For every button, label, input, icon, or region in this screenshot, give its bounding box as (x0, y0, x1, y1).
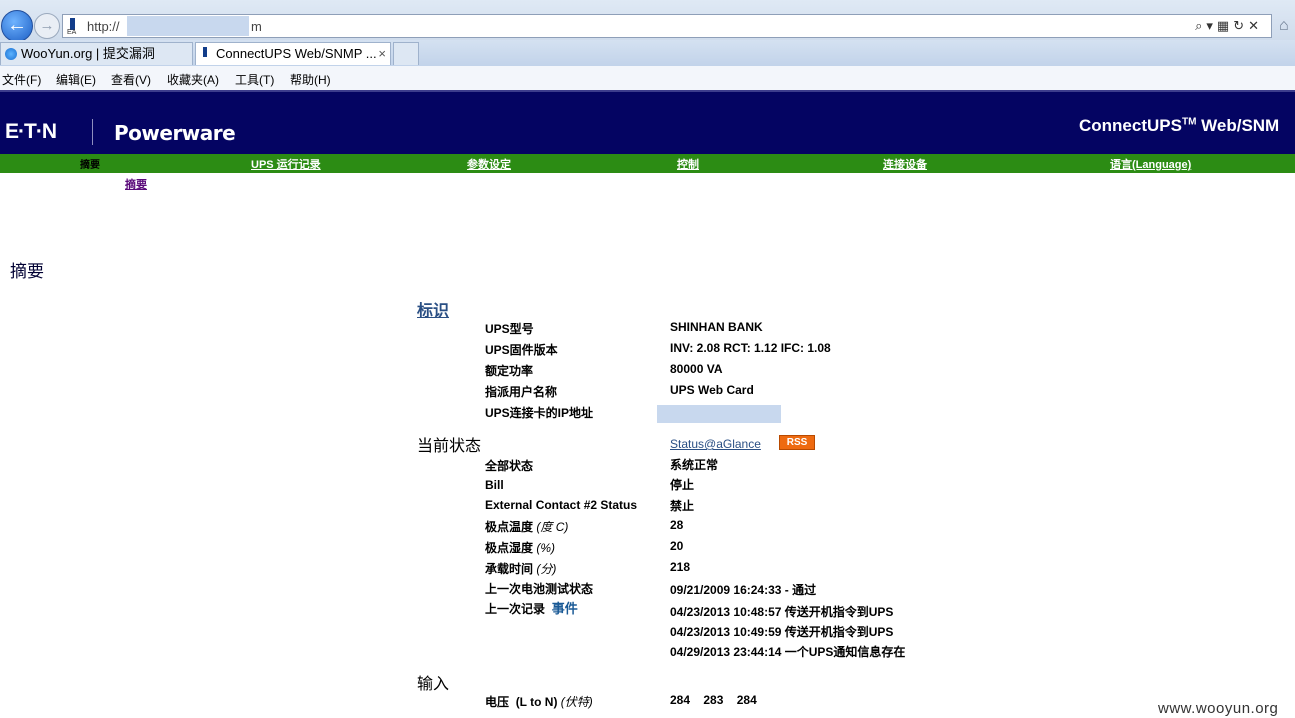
main-nav: 摘要 UPS 运行记录 参数设定 控制 连接设备 语言(Language) (0, 154, 1295, 173)
address-bar[interactable]: EA http:// m ⌕▾▦↻✕ (62, 14, 1272, 38)
status-label: 极点温度 (度 C) (485, 520, 569, 534)
identity-heading[interactable]: 标识 (417, 297, 449, 321)
refresh-icon[interactable]: ↻ (1233, 18, 1248, 33)
status-label: 极点湿度 (%) (485, 541, 556, 555)
url-redaction (127, 16, 249, 36)
site-favicon-icon: EA (67, 18, 81, 36)
status-value: 禁止 (670, 499, 695, 513)
status-value: 系统正常 (670, 458, 719, 472)
log-entry: 04/23/2013 10:49:59 传送开机指令到UPS (670, 625, 894, 639)
identity-label: 指派用户名称 (485, 385, 558, 399)
identity-value: INV: 2.08 RCT: 1.12 IFC: 1.08 (670, 341, 831, 355)
stop-icon[interactable]: ✕ (1248, 18, 1263, 33)
status-value: 20 (670, 539, 684, 553)
nav-settings[interactable]: 参数设定 (467, 156, 511, 172)
menu-favorites[interactable]: 收藏夹(A) (167, 71, 219, 88)
log-entry: 04/23/2013 10:48:57 传送开机指令到UPS (670, 605, 894, 619)
last-log-label: 上一次记录 事件 (485, 601, 578, 616)
menu-edit[interactable]: 编辑(E) (56, 71, 96, 88)
identity-value: UPS Web Card (670, 383, 754, 397)
new-tab-button[interactable] (393, 42, 419, 65)
powerware-logo: Powerware (114, 121, 236, 145)
eaton-favicon-icon (200, 47, 212, 61)
compat-view-icon[interactable]: ▦ (1217, 18, 1233, 33)
browser-tab-row: WooYun.org | 提交漏洞 ConnectUPS Web/SNMP ..… (0, 40, 1295, 67)
menu-tools[interactable]: 工具(T) (235, 71, 274, 88)
identity-label: UPS型号 (485, 322, 534, 336)
input-heading: 输入 (417, 676, 450, 693)
nav-devices[interactable]: 连接设备 (883, 156, 927, 172)
status-label: Bill (485, 478, 504, 492)
status-value: 28 (670, 518, 684, 532)
browser-address-row: ← → EA http:// m ⌕▾▦↻✕ ⌂ (0, 0, 1295, 42)
status-heading: 当前状态 (417, 438, 482, 455)
rss-icon[interactable]: RSS (779, 435, 815, 450)
url-prefix: http:// (87, 19, 120, 34)
ip-address-redaction (657, 405, 781, 423)
status-value: 停止 (670, 478, 695, 492)
status-label: 上一次电池测试状态 (485, 582, 594, 596)
status-label: 承载时间 (分) (485, 562, 557, 576)
address-bar-icons[interactable]: ⌕▾▦↻✕ (1195, 18, 1263, 34)
identity-value: SHINHAN BANK (670, 320, 763, 334)
tab-connectups[interactable]: ConnectUPS Web/SNMP ... × (195, 42, 391, 65)
dropdown-icon[interactable]: ▾ (1206, 18, 1217, 33)
logo-divider (92, 119, 93, 145)
subnav-summary[interactable]: 摘要 (125, 176, 147, 192)
back-arrow-icon[interactable]: ← (1, 10, 33, 42)
tab-label: WooYun.org | 提交漏洞 (21, 46, 155, 61)
nav-language[interactable]: 语言(Language) (1110, 156, 1191, 172)
tab-label: ConnectUPS Web/SNMP ... (216, 46, 377, 61)
watermark: www.wooyun.org (1158, 700, 1279, 717)
identity-label: UPS连接卡的IP地址 (485, 406, 594, 420)
search-icon[interactable]: ⌕ (1195, 18, 1206, 33)
identity-label: UPS固件版本 (485, 343, 558, 357)
menu-help[interactable]: 帮助(H) (290, 71, 331, 88)
status-at-a-glance-link[interactable]: Status@aGlance (670, 437, 761, 451)
header-banner: E·T·N Powerware ConnectUPSTM Web/SNM (0, 90, 1295, 154)
menu-view[interactable]: 查看(V) (111, 71, 151, 88)
status-value: 218 (670, 560, 691, 574)
log-entry: 04/29/2013 23:44:14 一个UPS通知信息存在 (670, 645, 906, 659)
menu-file[interactable]: 文件(F) (2, 71, 41, 88)
nav-ups-log[interactable]: UPS 运行记录 (251, 156, 321, 172)
close-tab-icon[interactable]: × (378, 43, 386, 65)
identity-value: 80000 VA (670, 362, 723, 376)
home-icon[interactable]: ⌂ (1279, 17, 1289, 35)
status-label: External Contact #2 Status (485, 498, 638, 512)
identity-label: 额定功率 (485, 364, 534, 378)
forward-arrow-icon[interactable]: → (34, 13, 60, 39)
wooyun-favicon-icon (5, 48, 17, 60)
url-suffix: m (251, 19, 262, 34)
product-name: ConnectUPSTM Web/SNM (1079, 116, 1280, 135)
nav-summary-active[interactable]: 摘要 (80, 156, 100, 171)
events-link[interactable]: 事件 (552, 601, 578, 616)
tab-wooyun[interactable]: WooYun.org | 提交漏洞 (0, 42, 193, 65)
status-label: 全部状态 (485, 459, 534, 473)
status-value: 09/21/2009 16:24:33 - 通过 (670, 583, 817, 597)
nav-control[interactable]: 控制 (677, 156, 699, 172)
eaton-logo: E·T·N (5, 120, 57, 143)
browser-menu-bar: 文件(F) 编辑(E) 查看(V) 收藏夹(A) 工具(T) 帮助(H) (0, 66, 1295, 90)
page-title: 摘要 (10, 262, 44, 281)
voltage-values: 284 283 284 (670, 693, 757, 707)
voltage-label: 电压 (L to N) (伏特) (485, 695, 593, 709)
